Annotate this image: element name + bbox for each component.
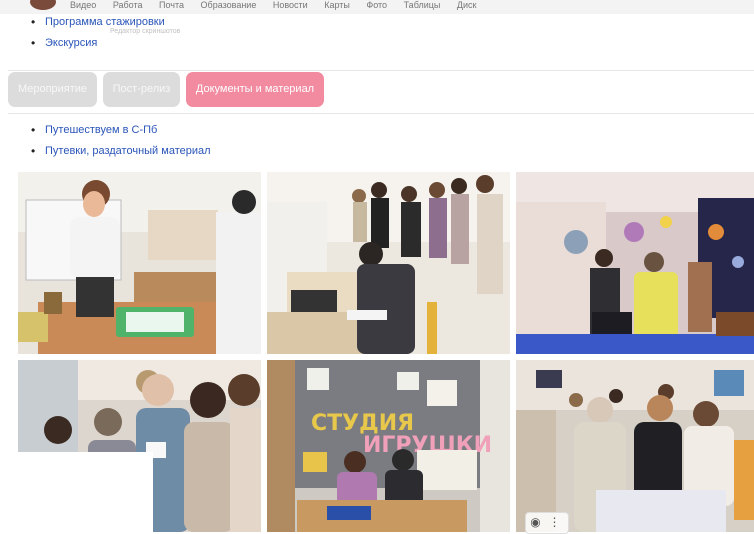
editor-hint: Редактор скриншотов bbox=[110, 28, 181, 35]
bookmark-item[interactable]: Таблицы bbox=[404, 0, 441, 10]
gallery-photo[interactable] bbox=[18, 172, 261, 354]
list-item: Путевки, раздаточный материал bbox=[30, 144, 211, 165]
gallery-photo[interactable] bbox=[516, 172, 754, 354]
list-item: Экскурсия bbox=[30, 36, 165, 57]
bookmark-item[interactable]: Карты bbox=[324, 0, 350, 10]
link-internship-program[interactable]: Программа стажировки bbox=[45, 16, 165, 28]
link-travel-vouchers[interactable]: Путевки, раздаточный материал bbox=[45, 145, 211, 157]
bookmark-item[interactable]: Видео bbox=[70, 0, 96, 10]
bookmark-item[interactable]: Диск bbox=[457, 0, 477, 10]
tab-event[interactable]: Мероприятие bbox=[8, 72, 97, 107]
bookmark-item[interactable]: Работа bbox=[113, 0, 143, 10]
bookmarks-bar: Видео Работа Почта Образование Новости К… bbox=[0, 0, 754, 14]
photo-decorated-room bbox=[516, 172, 754, 354]
divider bbox=[8, 113, 754, 114]
bookmark-item[interactable]: Фото bbox=[366, 0, 387, 10]
photo-toolbar: ◉ ⋮ bbox=[525, 512, 569, 534]
more-vertical-icon[interactable]: ⋮ bbox=[545, 513, 564, 531]
bookmark-item[interactable]: Образование bbox=[201, 0, 257, 10]
gallery-photo[interactable]: СТУДИЯ ИГРУШКИ bbox=[267, 360, 510, 532]
profile-avatar[interactable] bbox=[30, 0, 56, 10]
list-item: Путешествуем в С-Пб bbox=[30, 123, 211, 144]
top-link-list: Программа стажировки Экскурсия bbox=[30, 15, 165, 57]
white-overlay bbox=[0, 452, 153, 532]
gallery-photo[interactable] bbox=[516, 360, 754, 532]
materials-link-list: Путешествуем в С-Пб Путевки, раздаточный… bbox=[30, 123, 211, 165]
photo-classroom-display bbox=[18, 172, 261, 354]
gallery-photo[interactable] bbox=[267, 172, 510, 354]
tab-post-release[interactable]: Пост-релиз bbox=[103, 72, 180, 107]
photo-toy-studio-booth: СТУДИЯ ИГРУШКИ bbox=[267, 360, 510, 532]
link-excursion[interactable]: Экскурсия bbox=[45, 37, 97, 49]
photo-classroom-work bbox=[516, 360, 754, 532]
bookmark-item[interactable]: Почта bbox=[159, 0, 184, 10]
camera-icon[interactable]: ◉ bbox=[526, 513, 545, 531]
photo-hallway-group bbox=[267, 172, 510, 354]
bookmark-item[interactable]: Новости bbox=[273, 0, 308, 10]
tab-documents[interactable]: Документы и материал bbox=[186, 72, 324, 107]
divider bbox=[8, 70, 754, 71]
link-travel-spb[interactable]: Путешествуем в С-Пб bbox=[45, 124, 157, 136]
